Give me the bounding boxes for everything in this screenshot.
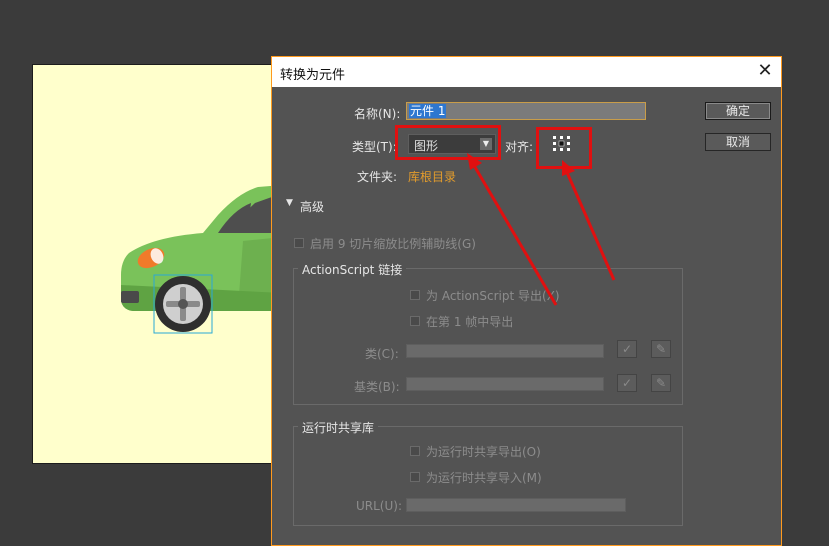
- annotation-arrows: [467, 153, 616, 306]
